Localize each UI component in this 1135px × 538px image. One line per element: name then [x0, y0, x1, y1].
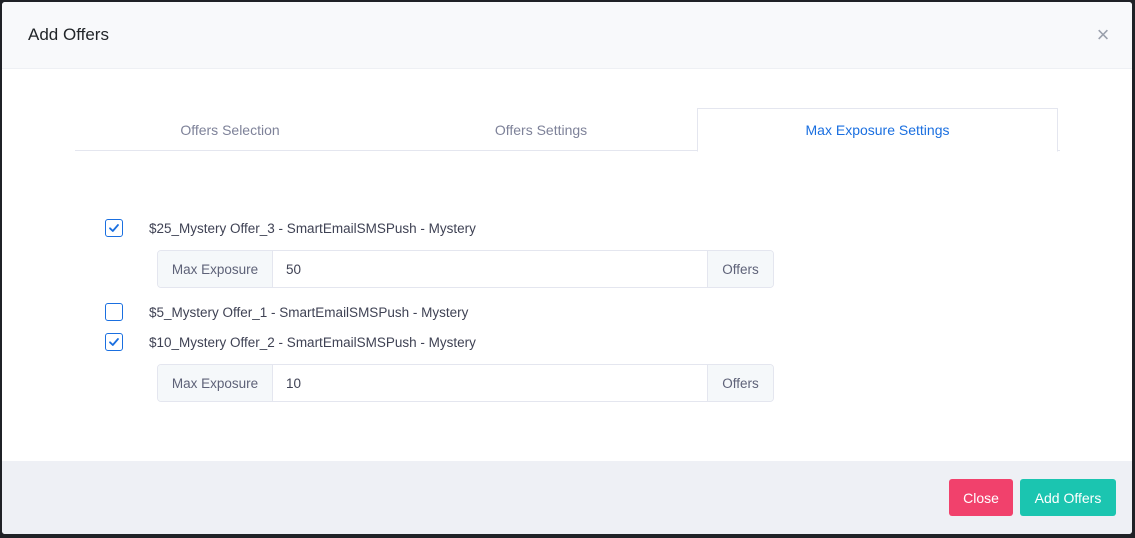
close-icon[interactable]: ×: [1094, 24, 1112, 46]
offer-label: $25_Mystery Offer_3 - SmartEmailSMSPush …: [149, 220, 476, 236]
tab-offers-selection[interactable]: Offers Selection: [75, 108, 385, 151]
offer-checkbox-2[interactable]: [105, 303, 123, 321]
offer-row: $5_Mystery Offer_1 - SmartEmailSMSPush -…: [105, 302, 468, 322]
max-exposure-input-3[interactable]: [273, 365, 707, 401]
tab-offers-settings[interactable]: Offers Settings: [385, 108, 697, 151]
modal-header: Add Offers ×: [2, 2, 1132, 69]
offer-row: $25_Mystery Offer_3 - SmartEmailSMSPush …: [105, 218, 476, 238]
offers-suffix: Offers: [707, 251, 773, 287]
tab-bar: Offers Selection Offers Settings Max Exp…: [75, 108, 1060, 152]
modal-title: Add Offers: [28, 25, 109, 44]
max-exposure-prefix: Max Exposure: [158, 365, 273, 401]
offer-checkbox-1[interactable]: [105, 219, 123, 237]
offer-label: $5_Mystery Offer_1 - SmartEmailSMSPush -…: [149, 304, 469, 320]
max-exposure-prefix: Max Exposure: [158, 251, 273, 287]
checkmark-icon: [109, 224, 119, 232]
close-button[interactable]: Close: [949, 479, 1013, 516]
tab-max-exposure-settings[interactable]: Max Exposure Settings: [697, 108, 1058, 152]
max-exposure-input-1[interactable]: [273, 251, 707, 287]
offers-suffix: Offers: [707, 365, 773, 401]
add-offers-button[interactable]: Add Offers: [1020, 479, 1116, 516]
offer-row: $10_Mystery Offer_2 - SmartEmailSMSPush …: [105, 332, 476, 352]
checkmark-icon: [109, 338, 119, 346]
add-offers-modal: Add Offers × Offers Selection Offers Set…: [2, 2, 1132, 534]
max-exposure-group-3: Max Exposure Offers: [157, 364, 774, 402]
offer-label: $10_Mystery Offer_2 - SmartEmailSMSPush …: [149, 334, 476, 350]
offer-checkbox-3[interactable]: [105, 333, 123, 351]
max-exposure-group-1: Max Exposure Offers: [157, 250, 774, 288]
modal-footer: Close Add Offers: [2, 461, 1132, 534]
